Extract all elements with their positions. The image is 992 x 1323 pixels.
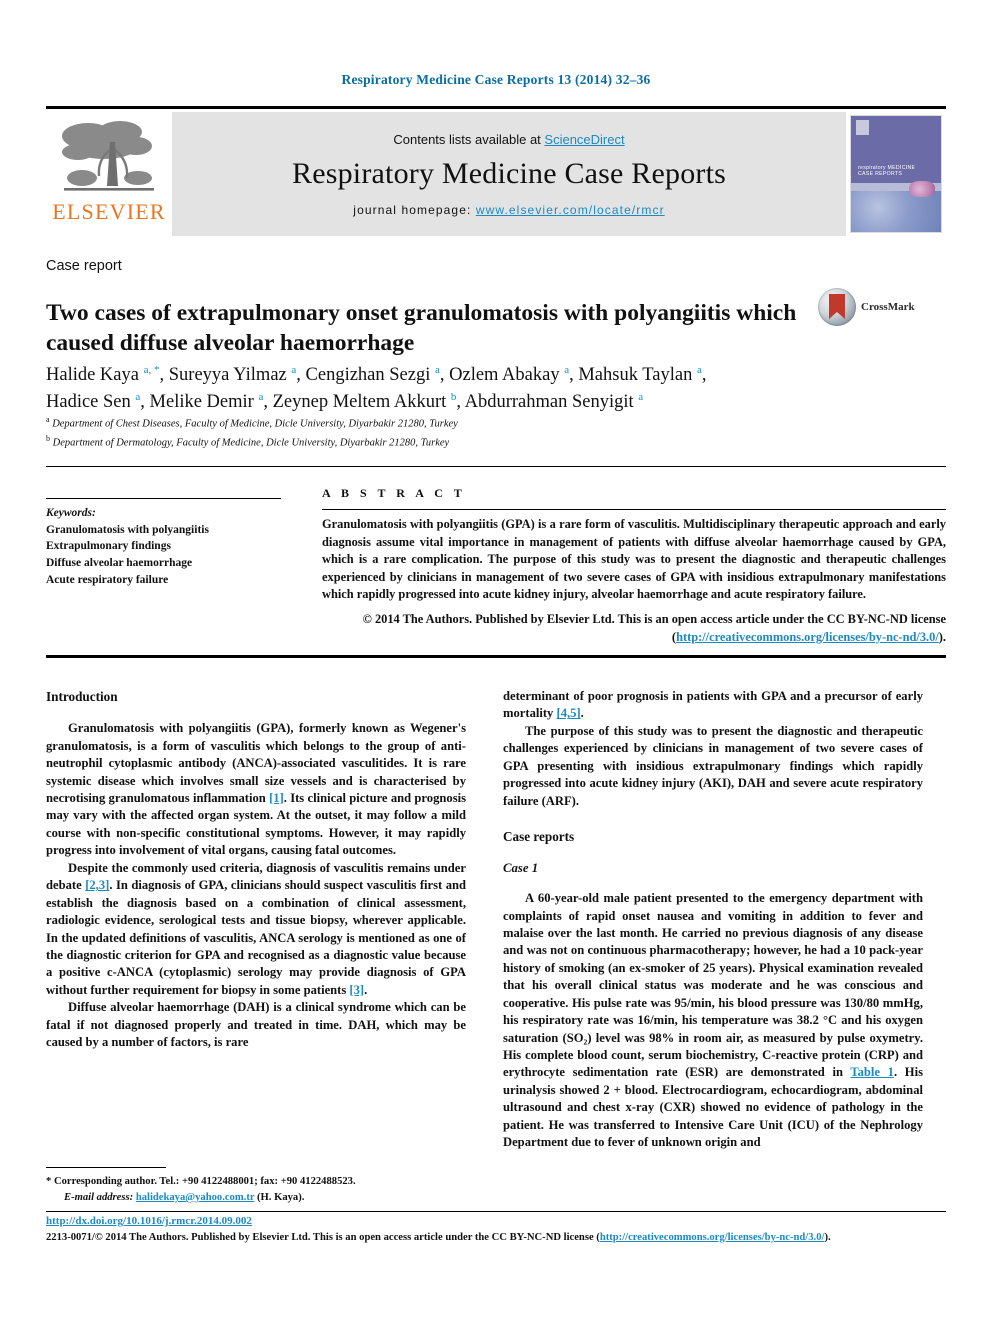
footer-suffix: ).	[824, 1232, 831, 1243]
cover-title-line1: respiratory MEDICINE	[858, 164, 916, 171]
corresponding-author-footnote: * Corresponding author. Tel.: +90 412248…	[46, 1174, 466, 1206]
keywords-heading: Keywords:	[46, 507, 96, 519]
body-column-right: determinant of poor prognosis in patient…	[503, 688, 923, 1152]
page-title: Two cases of extrapulmonary onset granul…	[46, 299, 797, 356]
contents-available-line: Contents lists available at ScienceDirec…	[393, 132, 624, 147]
footnote-corresponding-line: * Corresponding author. Tel.: +90 412248…	[46, 1176, 356, 1187]
license-link[interactable]: http://creativecommons.org/licenses/by-n…	[676, 630, 939, 644]
citation-ref-1[interactable]: [1]	[269, 791, 284, 805]
abstract-zone-top-rule	[46, 466, 946, 467]
keywords-block: Keywords: Granulomatosis with polyangiit…	[46, 505, 281, 588]
paragraph: A 60-year-old male patient presented to …	[503, 890, 923, 1152]
abstract-heading: A B S T R A C T	[322, 486, 466, 500]
paragraph-text: .	[580, 706, 584, 721]
keyword-item: Diffuse alveolar haemorrhage	[46, 557, 193, 570]
contents-prefix: Contents lists available at	[393, 131, 545, 147]
crossmark-badge[interactable]: CrossMark	[818, 288, 915, 326]
footer-prefix: 2213-0071/© 2014 The Authors. Published …	[46, 1232, 600, 1243]
cover-title-text: respiratory MEDICINE CASE REPORTS	[858, 165, 915, 179]
author-list: Halide Kaya a, *, Sureyya Yilmaz a, Ceng…	[46, 362, 926, 416]
masthead-center: Contents lists available at ScienceDirec…	[172, 112, 846, 236]
footer-rule	[46, 1211, 946, 1212]
abstract-rule	[322, 509, 946, 510]
table-1-link[interactable]: Table 1	[850, 1065, 894, 1079]
paragraph-text: . In diagnosis of GPA, clinicians should…	[46, 878, 466, 997]
running-head: Respiratory Medicine Case Reports 13 (20…	[341, 72, 651, 87]
keyword-item: Granulomatosis with polyangiitis	[46, 523, 209, 536]
elsevier-tree-icon	[58, 116, 160, 200]
affiliation-a: a Department of Chest Diseases, Faculty …	[46, 415, 458, 430]
journal-title: Respiratory Medicine Case Reports	[292, 156, 726, 190]
cover-art: respiratory MEDICINE CASE REPORTS	[850, 115, 942, 233]
elsevier-wordmark: ELSEVIER	[52, 199, 166, 224]
journal-cover-thumbnail[interactable]: respiratory MEDICINE CASE REPORTS	[846, 112, 946, 236]
section-heading-introduction: Introduction	[46, 689, 118, 704]
paragraph-text: A 60-year-old male patient presented to …	[503, 891, 923, 1080]
paragraph: The purpose of this study was to present…	[503, 723, 923, 808]
cover-micrograph-image	[851, 191, 941, 232]
homepage-prefix: journal homepage:	[353, 202, 476, 217]
abstract-zone-bottom-rule	[46, 655, 946, 658]
cover-elsevier-mark-icon	[856, 120, 869, 135]
doi-link[interactable]: http://dx.doi.org/10.1016/j.rmcr.2014.09…	[46, 1215, 252, 1227]
cover-cell-cluster	[909, 180, 935, 197]
citation-ref-2-3[interactable]: [2,3]	[85, 878, 109, 892]
article-type-label: Case report	[46, 258, 122, 274]
footnote-email-line: E-mail address: halidekaya@yahoo.com.tr …	[46, 1190, 466, 1206]
journal-masthead: ELSEVIER Contents lists available at Sci…	[46, 106, 946, 236]
abstract-copyright: © 2014 The Authors. Published by Elsevie…	[322, 611, 946, 646]
affiliation-b: b Department of Dermatology, Faculty of …	[46, 433, 450, 449]
keywords-rule	[46, 498, 281, 499]
sciencedirect-link[interactable]: ScienceDirect	[544, 132, 624, 147]
email-link[interactable]: halidekaya@yahoo.com.tr	[136, 1192, 255, 1203]
paragraph: Despite the commonly used criteria, diag…	[46, 860, 466, 1000]
citation-ref-4-5[interactable]: [4,5]	[557, 706, 581, 720]
subsection-heading-case-1: Case 1	[503, 861, 539, 876]
affiliation-list: a Department of Chest Diseases, Faculty …	[46, 414, 926, 452]
cover-title-line2: CASE REPORTS	[858, 171, 903, 178]
email-suffix: (H. Kaya).	[254, 1191, 305, 1203]
abstract-text: Granulomatosis with polyangiitis (GPA) i…	[322, 517, 946, 602]
author-line-2: Hadice Sen a, Melike Demir a, Zeynep Mel…	[46, 390, 644, 412]
copyright-suffix: ).	[938, 629, 946, 644]
paragraph-text: .	[364, 982, 368, 997]
email-label: E-mail address:	[64, 1191, 134, 1203]
paragraph: Diffuse alveolar haemorrhage (DAH) is a …	[46, 1000, 466, 1050]
crossmark-label: CrossMark	[861, 301, 915, 313]
elsevier-logo: ELSEVIER	[46, 112, 172, 236]
footer-copyright-line: 2213-0071/© 2014 The Authors. Published …	[46, 1232, 946, 1243]
abstract-block: Granulomatosis with polyangiitis (GPA) i…	[322, 516, 946, 646]
journal-homepage-line: journal homepage: www.elsevier.com/locat…	[353, 203, 664, 217]
article-page: Respiratory Medicine Case Reports 13 (20…	[0, 0, 992, 1323]
section-heading-case-reports: Case reports	[503, 829, 575, 845]
footer-license-link[interactable]: http://creativecommons.org/licenses/by-n…	[600, 1232, 825, 1243]
body-column-left: Introduction Granulomatosis with polyang…	[46, 688, 466, 1052]
journal-homepage-link[interactable]: www.elsevier.com/locate/rmcr	[476, 203, 665, 217]
keyword-item: Extrapulmonary findings	[46, 540, 171, 553]
paragraph: determinant of poor prognosis in patient…	[503, 688, 923, 723]
paragraph: Granulomatosis with polyangiitis (GPA), …	[46, 720, 466, 860]
crossmark-icon	[818, 288, 856, 326]
author-line-1: Halide Kaya a, *, Sureyya Yilmaz a, Ceng…	[46, 363, 707, 385]
keyword-item: Acute respiratory failure	[46, 573, 169, 586]
footnote-rule	[46, 1167, 166, 1168]
citation-ref-3[interactable]: [3]	[349, 983, 364, 997]
